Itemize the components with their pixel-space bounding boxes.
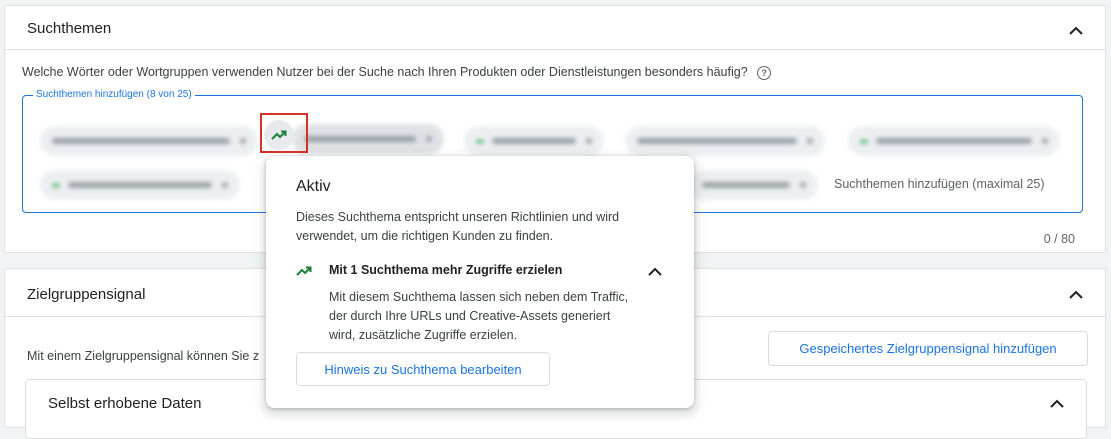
popup-body: Mit diesem Suchthema lassen sich neben d… xyxy=(329,290,629,342)
collapse-audience-signal-button[interactable] xyxy=(1065,283,1087,305)
chevron-up-icon xyxy=(1069,290,1083,299)
search-theme-chip[interactable] xyxy=(848,126,1060,156)
search-theme-status-popup: Aktiv Dieses Suchthema entspricht unsere… xyxy=(266,156,694,408)
search-theme-chip[interactable] xyxy=(625,126,825,156)
search-themes-title: Suchthemen xyxy=(27,20,112,37)
popup-subtitle: Mit 1 Suchthema mehr Zugriffe erzielen xyxy=(329,263,563,277)
collapse-search-themes-button[interactable] xyxy=(1065,19,1087,41)
search-theme-chip[interactable] xyxy=(40,126,258,156)
chevron-up-icon xyxy=(1050,399,1064,408)
add-search-themes-placeholder[interactable]: Suchthemen hinzufügen (maximal 25) xyxy=(834,177,1045,191)
divider xyxy=(5,49,1105,50)
audience-signal-title: Zielgruppensignal xyxy=(27,286,146,303)
chevron-up-icon xyxy=(1069,26,1083,35)
search-themes-question: Welche Wörter oder Wortgruppen verwenden… xyxy=(22,65,772,80)
collapse-popup-detail-button[interactable] xyxy=(644,260,666,282)
search-theme-chip[interactable] xyxy=(464,126,604,156)
add-saved-audience-signal-button[interactable]: Gespeichertes Zielgruppensignal hinzufüg… xyxy=(768,331,1088,366)
edit-search-theme-button[interactable]: Hinweis zu Suchthema bearbeiten xyxy=(296,352,550,386)
trending-up-icon xyxy=(296,264,312,282)
audience-signal-intro: Mit einem Zielgruppensignal können Sie z xyxy=(27,349,260,363)
first-party-data-title: Selbst erhobene Daten xyxy=(48,395,202,412)
popup-title: Aktiv xyxy=(296,178,331,195)
question-text: Welche Wörter oder Wortgruppen verwenden… xyxy=(22,65,748,79)
search-theme-chip[interactable] xyxy=(40,170,240,200)
search-theme-chip[interactable] xyxy=(292,124,444,154)
collapse-first-party-data-button[interactable] xyxy=(1046,392,1068,414)
search-theme-chip[interactable] xyxy=(690,170,818,200)
help-icon[interactable]: ? xyxy=(757,66,772,80)
character-counter: 0 / 80 xyxy=(1043,232,1075,246)
highlight-box xyxy=(260,113,308,153)
search-themes-field-label: Suchthemen hinzufügen (8 von 25) xyxy=(33,89,195,101)
popup-description: Dieses Suchthema entspricht unseren Rich… xyxy=(296,210,620,243)
chevron-up-icon xyxy=(648,267,662,276)
